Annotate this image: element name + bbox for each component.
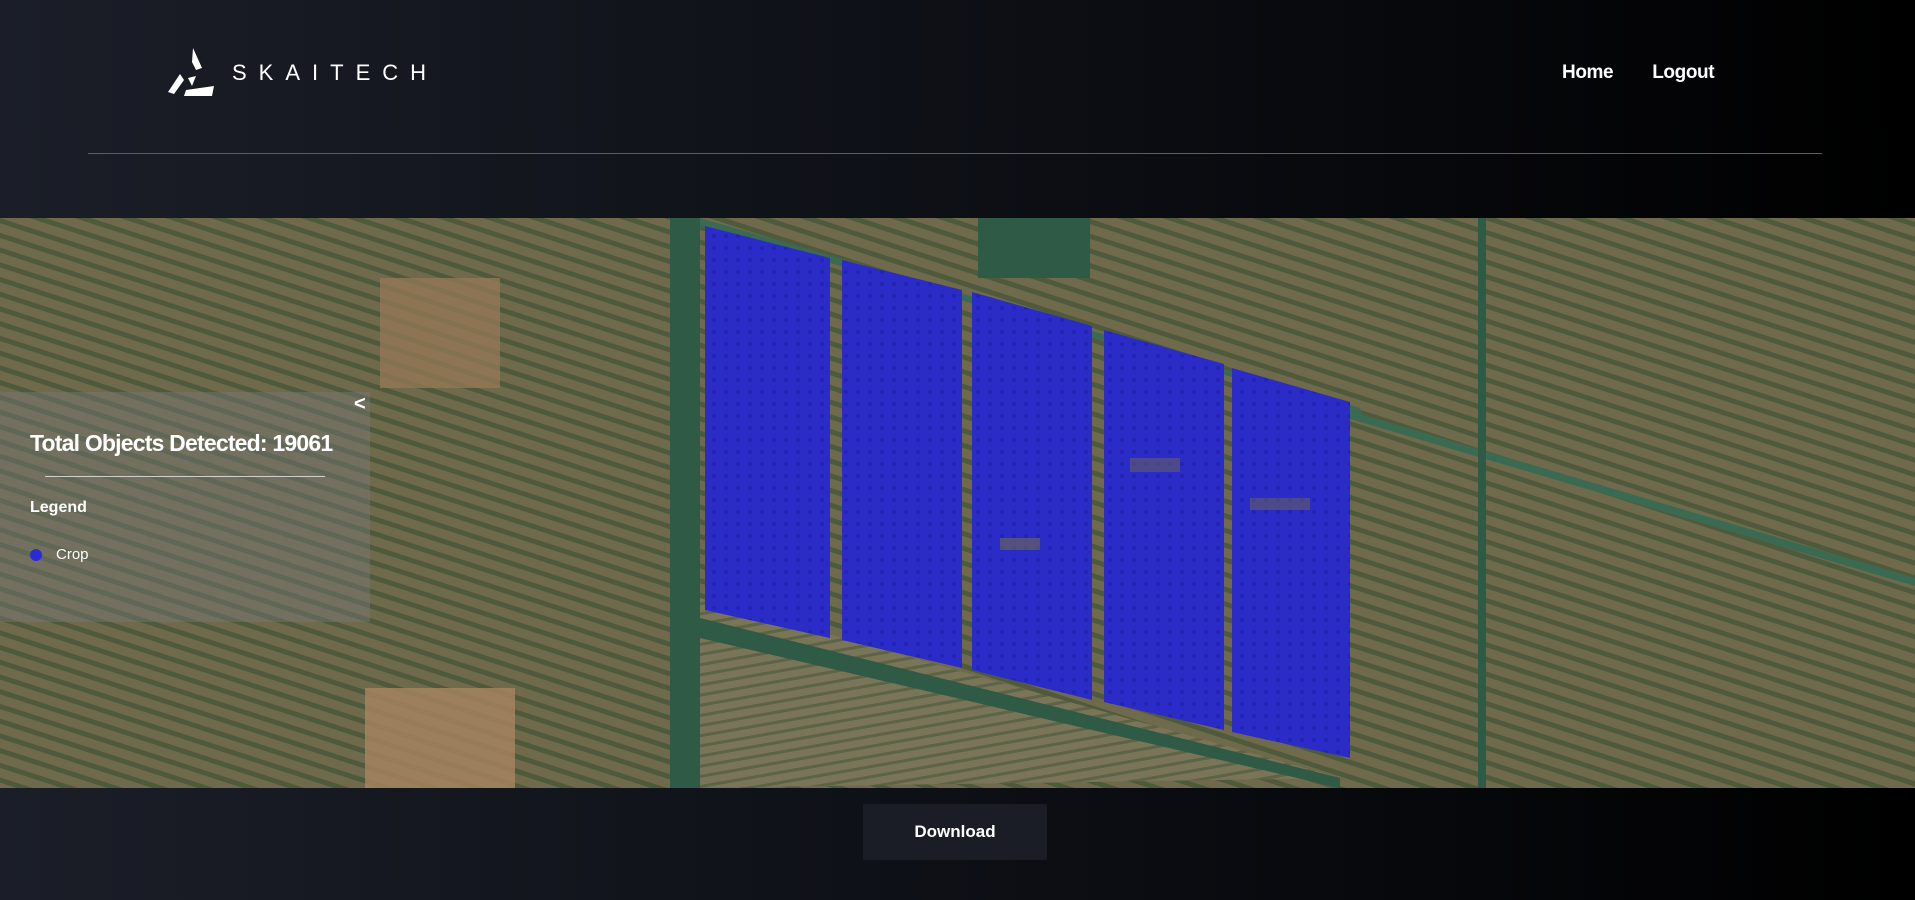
legend-crop-label: Crop xyxy=(56,546,89,563)
nav-logout-link[interactable]: Logout xyxy=(1652,62,1714,84)
header-divider xyxy=(88,153,1822,154)
brand-name: SKAITECH xyxy=(232,60,439,85)
legend-item-crop: Crop xyxy=(30,546,89,563)
panel-divider xyxy=(45,476,325,477)
legend-crop-dot-icon xyxy=(30,548,42,561)
top-nav: Home Logout xyxy=(1562,62,1715,84)
collapse-panel-button[interactable]: < xyxy=(354,394,372,414)
header: SKAITECH Home Logout xyxy=(0,0,1915,218)
download-button[interactable]: Download xyxy=(863,804,1047,860)
brand-logo[interactable]: SKAITECH xyxy=(166,46,438,100)
legend-title: Legend xyxy=(30,499,87,516)
skaitech-logo-icon xyxy=(168,48,214,96)
nav-home-link[interactable]: Home xyxy=(1562,62,1614,84)
total-objects-label: Total Objects Detected: 19061 xyxy=(30,430,333,456)
